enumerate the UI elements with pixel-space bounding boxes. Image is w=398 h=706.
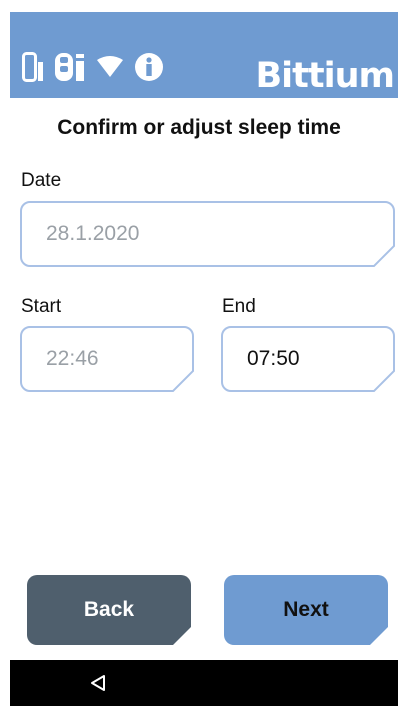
end-label: End: [222, 296, 256, 317]
system-nav-bar: [10, 660, 398, 706]
button-corner-decoration: [173, 627, 191, 645]
date-input[interactable]: [44, 221, 393, 247]
status-icons: [22, 51, 164, 88]
back-button[interactable]: Back: [27, 575, 191, 645]
start-input[interactable]: [44, 346, 192, 372]
back-button-label: Back: [83, 598, 135, 621]
date-label: Date: [21, 170, 62, 191]
next-button-label: Next: [283, 598, 329, 621]
sensor-icon: [54, 51, 86, 88]
page-title: Confirm or adjust sleep time: [57, 116, 341, 139]
button-corner-decoration: [370, 627, 388, 645]
start-label: Start: [21, 296, 62, 317]
end-field[interactable]: [221, 326, 395, 392]
start-field[interactable]: [20, 326, 194, 392]
field-corner-decoration: [373, 245, 395, 267]
wifi-icon: [96, 55, 124, 84]
end-input[interactable]: [245, 346, 393, 372]
triangle-back-icon[interactable]: [90, 674, 106, 697]
field-corner-decoration: [172, 370, 194, 392]
next-button[interactable]: Next: [224, 575, 388, 645]
field-corner-decoration: [373, 370, 395, 392]
phone-icon: [22, 51, 44, 87]
info-icon[interactable]: [134, 52, 164, 87]
date-field[interactable]: [20, 201, 395, 267]
brand-logo: Bittium: [255, 56, 395, 96]
app-header: Bittium: [10, 12, 398, 98]
